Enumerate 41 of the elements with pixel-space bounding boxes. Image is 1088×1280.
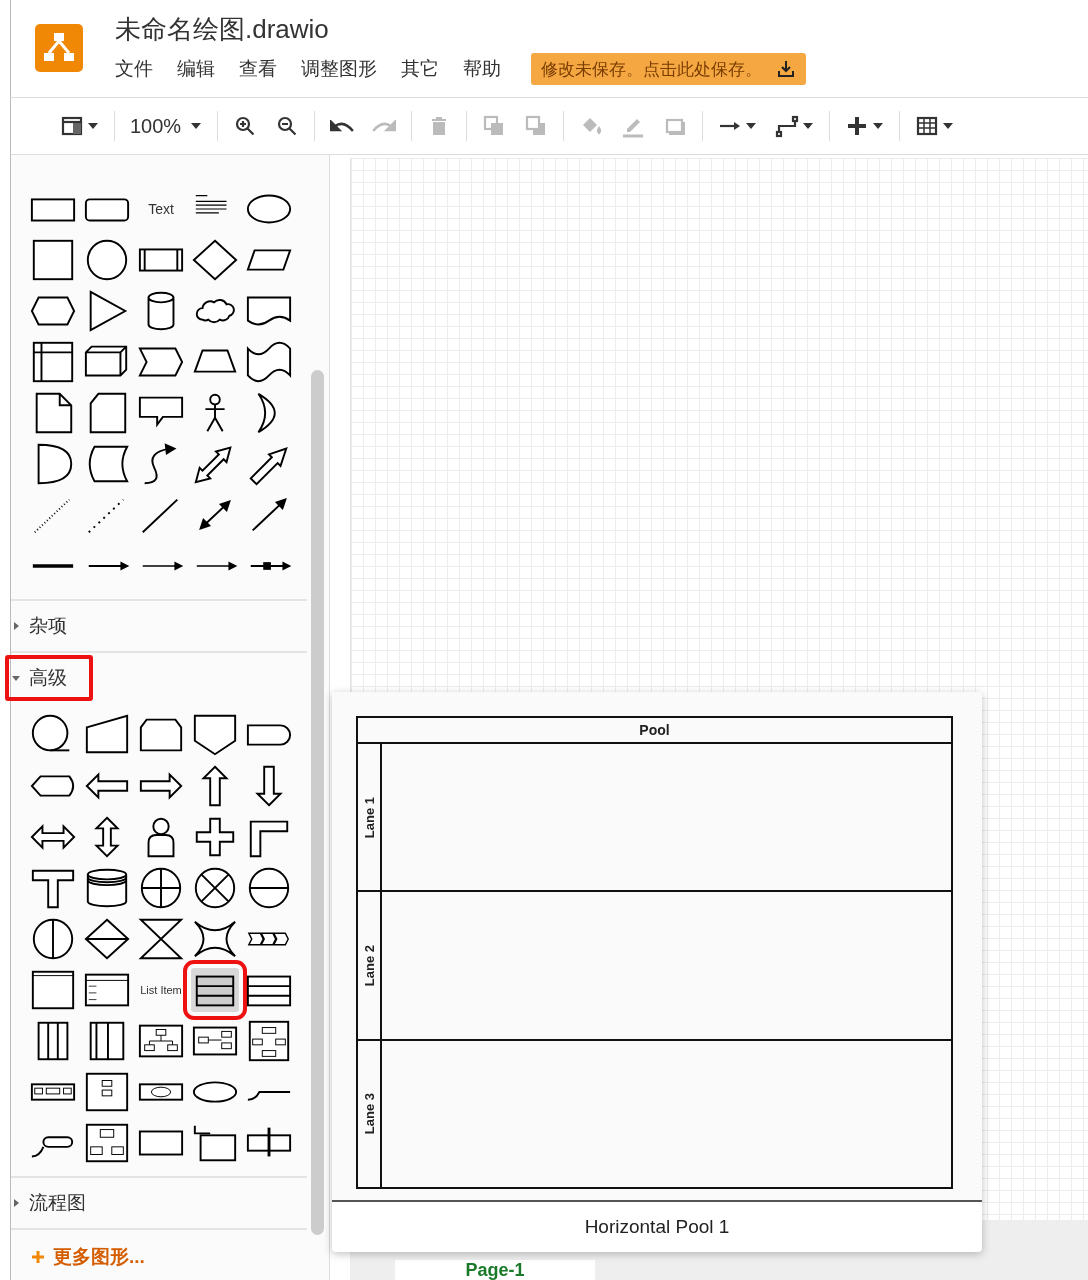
- lane-label: Lane 3: [361, 1093, 377, 1135]
- menu-item[interactable]: 其它: [401, 56, 439, 82]
- caret-icon: [745, 122, 758, 130]
- section-header[interactable]: 流程图: [5, 1180, 112, 1226]
- more-shapes-link[interactable]: 更多图形...: [31, 1244, 145, 1270]
- menu-item[interactable]: 编辑: [177, 56, 215, 82]
- section-header[interactable]: 杂项: [5, 603, 93, 649]
- preview-caption: Horizontal Pool 1: [583, 1215, 731, 1239]
- zoom-dropdown[interactable]: 100%: [121, 108, 212, 144]
- download-icon: [776, 59, 796, 79]
- off-page-icon[interactable]: [191, 712, 239, 757]
- menu-item[interactable]: 文件: [115, 56, 153, 82]
- table-icon: [915, 114, 940, 138]
- caret-icon: [802, 122, 815, 130]
- diamond-line-icon[interactable]: [83, 916, 131, 961]
- layout-icon: [60, 114, 84, 138]
- waypoint-icon: [775, 114, 800, 138]
- pool-title: Pool: [358, 718, 951, 744]
- document-title[interactable]: 未命名绘图.drawio: [115, 12, 806, 46]
- tape-icon[interactable]: [245, 339, 293, 384]
- undo-icon: [330, 119, 355, 133]
- save-notice-button[interactable]: 修改未保存。点击此处保存。: [531, 53, 806, 85]
- caret-icon: [190, 122, 203, 130]
- lane-label: Lane 2: [361, 944, 377, 987]
- menu-item[interactable]: 调整图形: [301, 56, 377, 82]
- list-item-shape[interactable]: List Item: [134, 977, 188, 1002]
- redo-icon: [372, 119, 397, 133]
- page-tab[interactable]: Page-1: [395, 1260, 595, 1280]
- caret-icon: [872, 122, 885, 130]
- plus-icon: [31, 1250, 45, 1264]
- menu-item[interactable]: 查看: [239, 56, 277, 82]
- scrollbar-thumb[interactable]: [311, 370, 324, 1235]
- lane-label: Lane 1: [361, 796, 377, 838]
- diamond-icon[interactable]: [191, 237, 239, 282]
- section-header[interactable]: 高级: [5, 655, 93, 701]
- hourglass-icon[interactable]: [137, 916, 185, 961]
- text-shape[interactable]: Text: [148, 200, 174, 217]
- caret-icon: [87, 122, 99, 130]
- caret-icon: [942, 122, 955, 130]
- app-logo: [35, 24, 83, 72]
- menu-item[interactable]: 帮助: [463, 56, 501, 82]
